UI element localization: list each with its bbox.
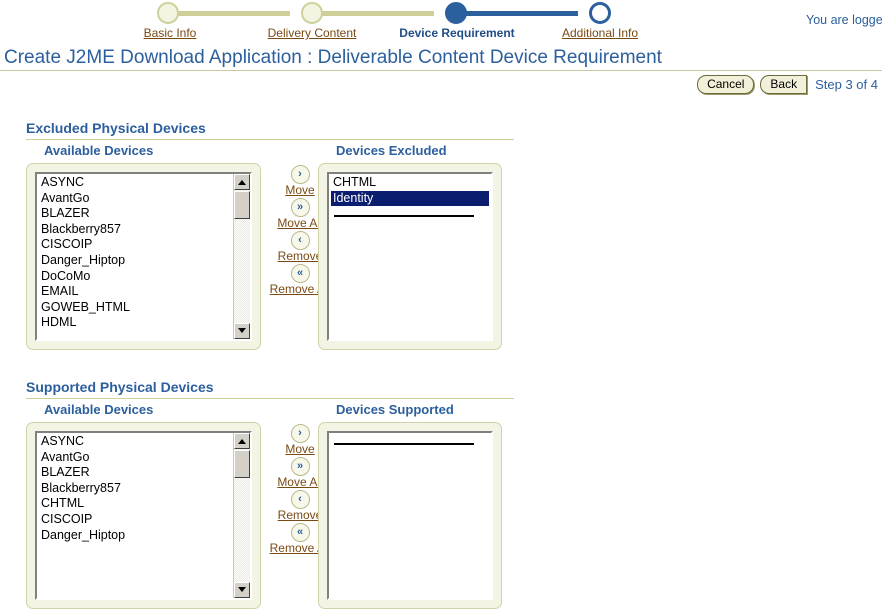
devices-excluded-items[interactable]: CHTML Identity [329,174,489,339]
train-connector-3 [456,11,578,16]
logged-in-status: You are logge [806,13,882,27]
excluded-section-title: Excluded Physical Devices [26,120,206,136]
list-item[interactable]: CISCOIP [39,512,233,528]
remove-all-icon: « [290,264,310,283]
list-item[interactable]: AvantGo [39,450,233,466]
supported-physical-devices-section: Supported Physical Devices Available Dev… [26,379,526,612]
supported-available-listbox[interactable]: ASYNC AvantGo BLAZER Blackberry857 CHTML CISC… [35,431,252,600]
wizard-button-bar: Cancel Back Step 3 of 4 [697,74,878,94]
train-connector-2 [312,11,434,16]
move-icon: › [290,424,310,443]
list-item[interactable]: Danger_Hiptop [39,253,233,269]
excluded-physical-devices-section: Excluded Physical Devices Available Devi… [26,120,526,353]
list-item[interactable]: ASYNC [39,434,233,450]
supported-available-scrollbar[interactable] [233,433,250,598]
supported-available-items[interactable]: ASYNC AvantGo BLAZER Blackberry857 CHTML CISC… [37,433,233,598]
devices-excluded-listbox[interactable]: CHTML Identity [327,172,493,341]
list-item[interactable]: Blackberry857 [39,481,233,497]
excluded-available-panel: ASYNC AvantGo BLAZER Blackberry857 CISCOIP Da… [26,163,261,350]
train-label-basic-info[interactable]: Basic Info [128,26,212,40]
move-all-icon: » [290,457,310,476]
devices-supported-items[interactable] [329,433,489,598]
supported-shuttle: Available Devices Devices Supported ASYN… [26,402,514,612]
train-node-basic-info[interactable] [157,2,179,24]
remove-all-icon: « [290,523,310,542]
excluded-available-scrollbar[interactable] [233,174,250,339]
title-divider [0,70,882,71]
train-connector-1 [168,11,290,16]
train-node-additional-info[interactable] [589,2,611,24]
scrollbar-thumb[interactable] [234,191,250,219]
list-item[interactable]: EMAIL [39,284,233,300]
scroll-down-icon[interactable] [234,323,250,339]
wizard-train: Basic Info Delivery Content Device Requi… [142,2,638,44]
excluded-available-header: Available Devices [44,143,154,158]
supported-target-header: Devices Supported [336,402,454,417]
list-separator [331,206,489,222]
train-label-additional-info[interactable]: Additional Info [542,26,658,40]
step-counter: Step 3 of 4 [815,76,878,92]
list-item[interactable]: CHTML [331,175,489,191]
wizard-train-region: Basic Info Delivery Content Device Requi… [0,0,882,44]
list-item[interactable]: ASYNC [39,175,233,191]
scroll-down-icon[interactable] [234,582,250,598]
excluded-available-items[interactable]: ASYNC AvantGo BLAZER Blackberry857 CISCOIP Da… [37,174,233,339]
list-item[interactable]: BLAZER [39,465,233,481]
supported-target-panel [318,422,502,609]
excluded-shuttle: Available Devices Devices Excluded ASYNC… [26,143,514,353]
move-icon: › [290,165,310,184]
train-label-device-requirement: Device Requirement [399,26,515,40]
excluded-section-divider [26,139,514,140]
scroll-up-icon[interactable] [234,433,250,449]
list-item[interactable]: Danger_Hiptop [39,528,233,544]
list-item[interactable]: Blackberry857 [39,222,233,238]
list-separator [331,434,489,450]
list-item[interactable]: AvantGo [39,191,233,207]
excluded-available-listbox[interactable]: ASYNC AvantGo BLAZER Blackberry857 CISCOIP Da… [35,172,252,341]
train-label-delivery-content[interactable]: Delivery Content [252,26,372,40]
scrollbar-thumb[interactable] [234,450,250,478]
supported-section-divider [26,398,514,399]
list-item[interactable]: DoCoMo [39,269,233,285]
back-button[interactable]: Back [760,74,808,94]
cancel-button[interactable]: Cancel [697,74,755,94]
page-title: Create J2ME Download Application : Deliv… [4,47,662,68]
remove-icon: ‹ [290,490,310,509]
scroll-up-icon[interactable] [234,174,250,190]
excluded-target-header: Devices Excluded [336,143,447,158]
list-item[interactable]: BLAZER [39,206,233,222]
list-item[interactable]: CISCOIP [39,237,233,253]
supported-available-panel: ASYNC AvantGo BLAZER Blackberry857 CHTML CISC… [26,422,261,609]
list-item[interactable]: HDML [39,315,233,331]
devices-supported-listbox[interactable] [327,431,493,600]
remove-icon: ‹ [290,231,310,250]
list-item[interactable]: GOWEB_HTML [39,300,233,316]
move-all-icon: » [290,198,310,217]
excluded-target-panel: CHTML Identity [318,163,502,350]
supported-section-title: Supported Physical Devices [26,379,214,395]
list-item-selected[interactable]: Identity [331,190,489,207]
train-node-delivery-content[interactable] [301,2,323,24]
supported-available-header: Available Devices [44,402,154,417]
list-item[interactable]: CHTML [39,496,233,512]
train-node-device-requirement[interactable] [445,2,467,24]
